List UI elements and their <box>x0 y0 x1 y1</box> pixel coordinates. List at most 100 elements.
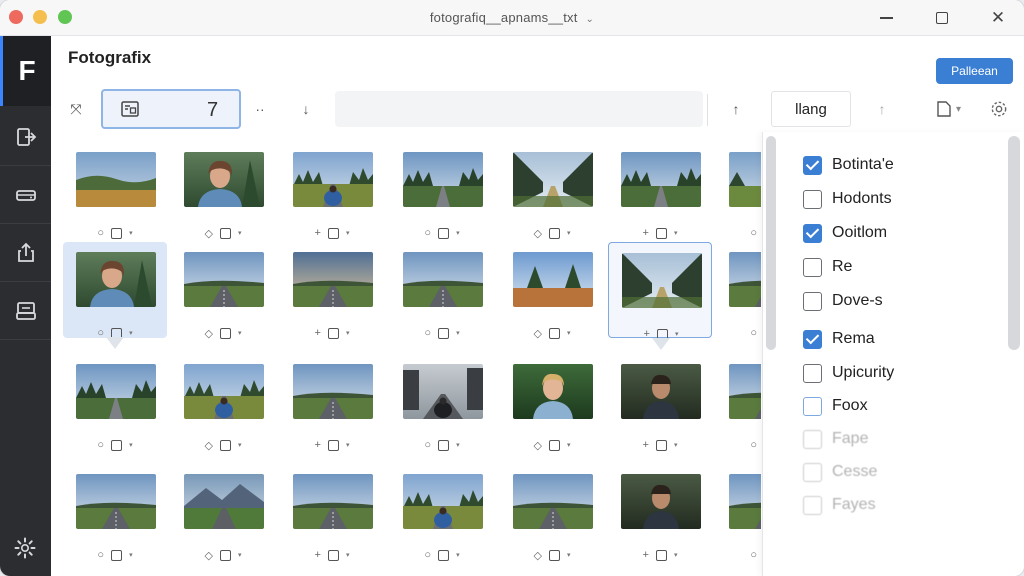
photo-card[interactable]: + ▾ <box>280 242 384 339</box>
page-menu-button[interactable]: ▾ <box>931 98 967 120</box>
maximize-button[interactable] <box>928 6 956 30</box>
more-icon[interactable]: ·· <box>249 98 271 120</box>
tag-icon[interactable]: ◇ <box>534 439 542 452</box>
photo-thumbnail[interactable] <box>184 152 264 207</box>
select-checkbox[interactable] <box>219 439 231 451</box>
chevron-down-icon[interactable]: ▾ <box>456 329 460 337</box>
select-checkbox[interactable] <box>327 227 339 239</box>
photo-card[interactable]: ◇ ▾ <box>500 354 604 452</box>
chevron-down-icon[interactable]: ▾ <box>675 330 679 338</box>
photo-thumbnail[interactable] <box>184 364 264 419</box>
photo-thumbnail[interactable] <box>76 474 156 529</box>
photo-thumbnail[interactable] <box>293 152 373 207</box>
chevron-down-icon[interactable]: ▾ <box>567 229 571 237</box>
photo-thumbnail[interactable] <box>729 152 761 207</box>
chevron-down-icon[interactable]: ▾ <box>129 551 133 559</box>
view-toggle-group[interactable]: 7 <box>101 89 241 129</box>
select-checkbox[interactable] <box>655 549 667 561</box>
select-checkbox[interactable] <box>111 549 123 561</box>
photo-thumbnail[interactable] <box>513 474 593 529</box>
filter-option[interactable]: Fape <box>803 428 868 450</box>
tag-icon[interactable]: ○ <box>97 439 104 451</box>
select-checkbox[interactable] <box>327 439 339 451</box>
tag-icon[interactable]: + <box>315 439 321 451</box>
photo-thumbnail[interactable] <box>621 152 701 207</box>
filter-option[interactable]: Re <box>803 256 852 278</box>
photo-thumbnail[interactable] <box>184 474 264 529</box>
filter-checkbox[interactable] <box>803 495 822 515</box>
photo-card[interactable]: ◇ ▾ <box>500 242 604 340</box>
filter-checkbox[interactable] <box>803 291 822 311</box>
tag-icon[interactable]: + <box>644 328 650 340</box>
photo-thumbnail[interactable] <box>76 252 156 307</box>
photo-card[interactable]: ○▾ <box>63 464 167 561</box>
chevron-down-icon[interactable]: ▾ <box>346 329 350 337</box>
photo-card[interactable]: + ▾ <box>280 464 384 561</box>
tag-icon[interactable]: ○ <box>750 549 757 561</box>
photo-thumbnail[interactable] <box>293 252 373 307</box>
upload-icon[interactable]: ↑ <box>725 98 747 120</box>
photo-thumbnail[interactable] <box>403 364 483 419</box>
chevron-down-icon[interactable]: ▾ <box>674 229 678 237</box>
select-checkbox[interactable] <box>111 227 123 239</box>
photo-thumbnail[interactable] <box>513 152 593 207</box>
photo-thumbnail[interactable] <box>513 364 593 419</box>
filter-checkbox[interactable] <box>803 223 822 243</box>
window-title[interactable]: fotografiq__apnams__txt ⌄ <box>0 10 1024 25</box>
chevron-down-icon[interactable]: ▾ <box>129 329 133 337</box>
photo-card[interactable]: ◇ ▾ <box>500 142 604 240</box>
tag-icon[interactable]: ○ <box>424 549 431 561</box>
select-checkbox[interactable] <box>548 549 560 561</box>
select-checkbox[interactable] <box>548 327 560 339</box>
tag-icon[interactable]: ◇ <box>205 227 213 240</box>
panel-scrollbar-left[interactable] <box>766 136 776 350</box>
select-checkbox[interactable] <box>327 327 339 339</box>
photo-thumbnail[interactable] <box>729 364 761 419</box>
filter-checkbox[interactable] <box>803 257 822 277</box>
tag-icon[interactable]: ○ <box>424 327 431 339</box>
chevron-down-icon[interactable]: ▾ <box>456 551 460 559</box>
app-logo[interactable]: F <box>0 36 51 106</box>
select-checkbox[interactable] <box>548 439 560 451</box>
tag-icon[interactable]: ○ <box>750 439 757 451</box>
chevron-down-icon[interactable]: ▾ <box>346 229 350 237</box>
chevron-down-icon[interactable]: ▾ <box>456 229 460 237</box>
expand-icon[interactable]: ⤧ <box>65 98 87 120</box>
chevron-down-icon[interactable]: ▾ <box>238 329 242 337</box>
filter-option[interactable]: Botinta'e <box>803 154 894 176</box>
filter-checkbox[interactable] <box>803 189 822 209</box>
photo-card[interactable]: ○▾ <box>716 142 761 239</box>
chevron-down-icon[interactable]: ▾ <box>674 441 678 449</box>
sidebar-item-drive[interactable] <box>0 166 51 224</box>
tag-icon[interactable]: ○ <box>97 327 104 339</box>
filter-checkbox[interactable] <box>803 429 822 449</box>
minimize-button[interactable] <box>872 6 900 30</box>
photo-thumbnail[interactable] <box>513 252 593 307</box>
tag-icon[interactable]: ○ <box>424 227 431 239</box>
download-icon[interactable]: ↓ <box>295 98 317 120</box>
photo-card[interactable]: ○▾ <box>63 354 167 451</box>
tag-icon[interactable]: ◇ <box>534 227 542 240</box>
chevron-down-icon[interactable]: ▾ <box>238 441 242 449</box>
photo-card[interactable]: ○▾ <box>390 242 494 339</box>
select-checkbox[interactable] <box>438 549 450 561</box>
sidebar-item-import[interactable] <box>0 108 51 166</box>
photo-card[interactable]: ◇ ▾ <box>171 142 275 240</box>
tag-icon[interactable]: + <box>643 549 649 561</box>
photo-card[interactable]: + ▾ <box>608 142 712 239</box>
tag-icon[interactable]: + <box>643 227 649 239</box>
filter-checkbox[interactable] <box>803 329 822 349</box>
chevron-down-icon[interactable]: ▾ <box>567 441 571 449</box>
photo-thumbnail[interactable] <box>403 474 483 529</box>
chevron-down-icon[interactable]: ▾ <box>129 229 133 237</box>
filter-option[interactable]: Cesse <box>803 461 877 483</box>
tag-icon[interactable]: + <box>315 549 321 561</box>
photo-thumbnail[interactable] <box>403 252 483 307</box>
chevron-down-icon[interactable]: ▾ <box>456 441 460 449</box>
filter-option[interactable]: Fayes <box>803 494 876 516</box>
photo-card[interactable]: + ▾ <box>280 142 384 239</box>
select-checkbox[interactable] <box>438 227 450 239</box>
filter-option[interactable]: Upicurity <box>803 362 894 384</box>
filter-checkbox[interactable] <box>803 155 822 175</box>
filter-option[interactable]: Rema <box>803 328 875 350</box>
